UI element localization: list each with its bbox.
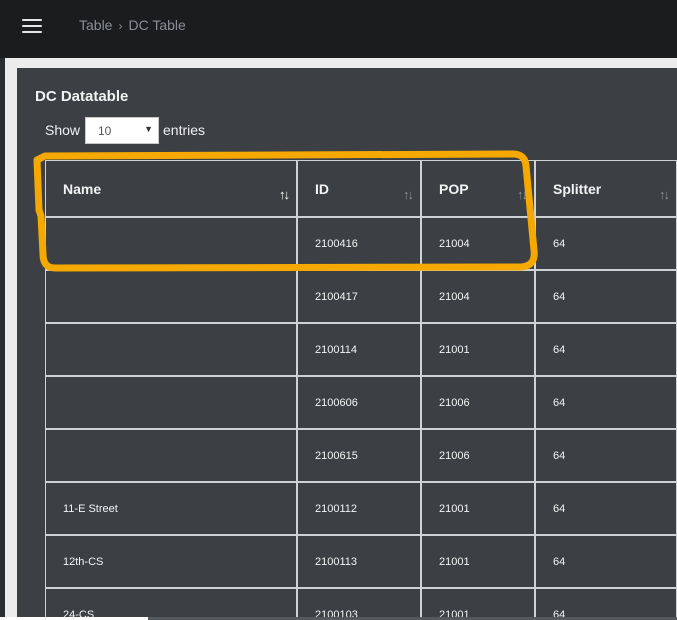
caret-down-icon: ▼	[144, 124, 153, 134]
cell-id: 2100417	[297, 270, 421, 323]
breadcrumb: Table › DC Table	[79, 17, 186, 33]
entries-select[interactable]: 10 ▼	[85, 117, 159, 144]
breadcrumb-item-dc-table: DC Table	[128, 17, 186, 33]
cell-name	[45, 270, 297, 323]
cell-pop: 21006	[421, 429, 535, 482]
cell-name	[45, 217, 297, 270]
table-row[interactable]: 2100615 21006 64	[45, 429, 677, 482]
table-row[interactable]: 2100606 21006 64	[45, 376, 677, 429]
menu-icon[interactable]	[22, 18, 42, 34]
cell-name: 24-CS	[45, 588, 297, 620]
cell-splitter: 64	[535, 535, 677, 588]
table-header-row: Name ↑↓ ID ↑↓ POP ↑↓ Splitter ↑↓	[45, 160, 677, 217]
cell-pop: 21006	[421, 376, 535, 429]
column-header-label: Name	[63, 180, 102, 197]
entries-label: entries	[163, 122, 206, 138]
cell-name	[45, 429, 297, 482]
cell-id: 2100113	[297, 535, 421, 588]
column-header-splitter[interactable]: Splitter ↑↓	[535, 160, 677, 217]
cell-pop: 21001	[421, 535, 535, 588]
cell-id: 2100606	[297, 376, 421, 429]
cell-pop: 21001	[421, 588, 535, 620]
cell-splitter: 64	[535, 482, 677, 535]
cell-id: 2100103	[297, 588, 421, 620]
cell-id: 2100112	[297, 482, 421, 535]
dc-table: Name ↑↓ ID ↑↓ POP ↑↓ Splitter ↑↓ 2100416 210…	[45, 160, 677, 620]
cell-name: 12th-CS	[45, 535, 297, 588]
table-row[interactable]: 2100114 21001 64	[45, 323, 677, 376]
show-label: Show	[45, 122, 81, 138]
cell-id: 2100114	[297, 323, 421, 376]
table-row[interactable]: 24-CS 2100103 21001 64	[45, 588, 677, 620]
cell-name: 11-E Street	[45, 482, 297, 535]
sort-icon: ↑↓	[403, 187, 414, 202]
column-header-label: Splitter	[553, 180, 602, 197]
table-wrapper: Name ↑↓ ID ↑↓ POP ↑↓ Splitter ↑↓ 2100416 210…	[45, 160, 677, 620]
column-header-id[interactable]: ID ↑↓	[297, 160, 421, 217]
table-row[interactable]: 2100417 21004 64	[45, 270, 677, 323]
cell-id: 2100615	[297, 429, 421, 482]
cell-pop: 21001	[421, 323, 535, 376]
cell-pop: 21004	[421, 270, 535, 323]
sort-icon: ↑↓	[517, 187, 528, 202]
column-header-pop[interactable]: POP ↑↓	[421, 160, 535, 217]
cell-splitter: 64	[535, 376, 677, 429]
cell-pop: 21004	[421, 217, 535, 270]
breadcrumb-item-table[interactable]: Table	[79, 17, 112, 33]
card-title: DC Datatable	[35, 88, 129, 105]
cell-splitter: 64	[535, 217, 677, 270]
cell-splitter: 64	[535, 323, 677, 376]
sort-icon: ↑↓	[279, 187, 290, 202]
table-row[interactable]: 11-E Street 2100112 21001 64	[45, 482, 677, 535]
cell-pop: 21001	[421, 482, 535, 535]
chevron-right-icon: ›	[118, 19, 123, 33]
cell-splitter: 64	[535, 429, 677, 482]
cell-splitter: 64	[535, 270, 677, 323]
entries-select-value: 10	[98, 124, 112, 138]
table-row[interactable]: 2100416 21004 64	[45, 217, 677, 270]
column-header-label: POP	[439, 180, 469, 197]
top-bar: Table › DC Table	[0, 0, 677, 58]
cell-splitter: 64	[535, 588, 677, 620]
sort-icon: ↑↓	[659, 187, 670, 202]
column-header-label: ID	[315, 180, 329, 197]
cell-id: 2100416	[297, 217, 421, 270]
column-header-name[interactable]: Name ↑↓	[45, 160, 297, 217]
table-row[interactable]: 12th-CS 2100113 21001 64	[45, 535, 677, 588]
cell-name	[45, 376, 297, 429]
cell-name	[45, 323, 297, 376]
